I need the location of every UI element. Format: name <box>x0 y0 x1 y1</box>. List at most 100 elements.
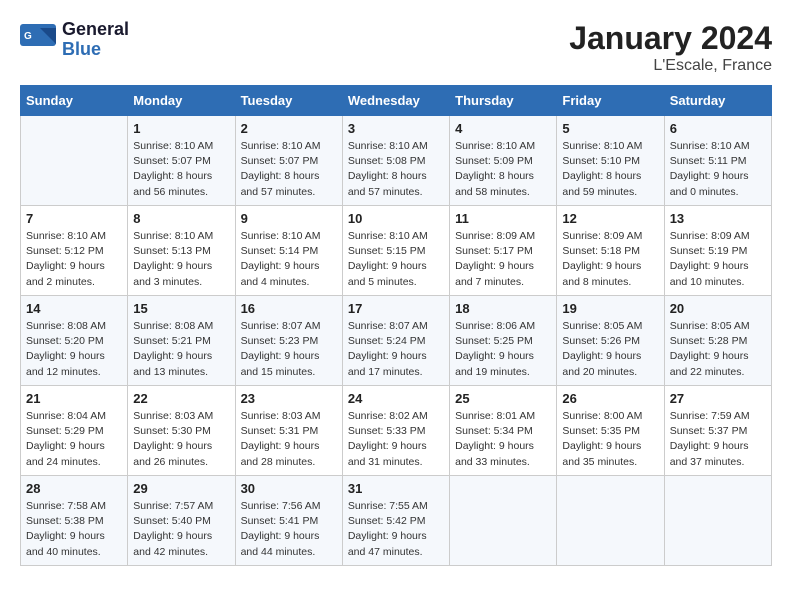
col-header-wednesday: Wednesday <box>342 86 449 116</box>
day-number: 16 <box>241 301 337 316</box>
day-number: 3 <box>348 121 444 136</box>
day-number: 20 <box>670 301 766 316</box>
day-number: 22 <box>133 391 229 406</box>
calendar-cell: 4 Sunrise: 8:10 AMSunset: 5:09 PMDaylight… <box>450 116 557 206</box>
day-number: 25 <box>455 391 551 406</box>
logo-icon: G <box>20 24 58 56</box>
day-info: Sunrise: 7:57 AMSunset: 5:40 PMDaylight:… <box>133 499 229 560</box>
calendar-week-1: 1 Sunrise: 8:10 AMSunset: 5:07 PMDaylight… <box>21 116 772 206</box>
page-subtitle: L'Escale, France <box>569 57 772 75</box>
day-number: 26 <box>562 391 658 406</box>
calendar-header-row: SundayMondayTuesdayWednesdayThursdayFrid… <box>21 86 772 116</box>
day-number: 29 <box>133 481 229 496</box>
day-info: Sunrise: 8:04 AMSunset: 5:29 PMDaylight:… <box>26 409 122 470</box>
day-info: Sunrise: 8:09 AMSunset: 5:18 PMDaylight:… <box>562 229 658 290</box>
calendar-cell <box>557 476 664 566</box>
day-info: Sunrise: 8:08 AMSunset: 5:21 PMDaylight:… <box>133 319 229 380</box>
day-number: 15 <box>133 301 229 316</box>
calendar-cell: 6 Sunrise: 8:10 AMSunset: 5:11 PMDaylight… <box>664 116 771 206</box>
col-header-saturday: Saturday <box>664 86 771 116</box>
day-info: Sunrise: 8:00 AMSunset: 5:35 PMDaylight:… <box>562 409 658 470</box>
logo: G General Blue <box>20 20 129 60</box>
day-info: Sunrise: 8:09 AMSunset: 5:19 PMDaylight:… <box>670 229 766 290</box>
day-number: 5 <box>562 121 658 136</box>
day-info: Sunrise: 8:02 AMSunset: 5:33 PMDaylight:… <box>348 409 444 470</box>
day-info: Sunrise: 8:07 AMSunset: 5:23 PMDaylight:… <box>241 319 337 380</box>
day-number: 7 <box>26 211 122 226</box>
day-info: Sunrise: 8:03 AMSunset: 5:31 PMDaylight:… <box>241 409 337 470</box>
calendar-cell: 18 Sunrise: 8:06 AMSunset: 5:25 PMDayligh… <box>450 296 557 386</box>
col-header-sunday: Sunday <box>21 86 128 116</box>
day-number: 19 <box>562 301 658 316</box>
day-number: 2 <box>241 121 337 136</box>
calendar-cell: 17Sunrise: 8:07 AMSunset: 5:24 PMDayligh… <box>342 296 449 386</box>
day-info: Sunrise: 7:58 AMSunset: 5:38 PMDaylight:… <box>26 499 122 560</box>
calendar-cell: 28 Sunrise: 7:58 AMSunset: 5:38 PMDayligh… <box>21 476 128 566</box>
calendar-cell: 15 Sunrise: 8:08 AMSunset: 5:21 PMDayligh… <box>128 296 235 386</box>
day-number: 28 <box>26 481 122 496</box>
day-number: 14 <box>26 301 122 316</box>
title-block: January 2024 L'Escale, France <box>569 20 772 75</box>
day-number: 6 <box>670 121 766 136</box>
calendar-cell: 7 Sunrise: 8:10 AMSunset: 5:12 PMDaylight… <box>21 206 128 296</box>
day-info: Sunrise: 8:01 AMSunset: 5:34 PMDaylight:… <box>455 409 551 470</box>
col-header-monday: Monday <box>128 86 235 116</box>
day-number: 31 <box>348 481 444 496</box>
calendar-week-4: 21Sunrise: 8:04 AMSunset: 5:29 PMDayligh… <box>21 386 772 476</box>
day-info: Sunrise: 8:10 AMSunset: 5:08 PMDaylight:… <box>348 139 444 200</box>
day-info: Sunrise: 8:07 AMSunset: 5:24 PMDaylight:… <box>348 319 444 380</box>
day-info: Sunrise: 8:05 AMSunset: 5:26 PMDaylight:… <box>562 319 658 380</box>
calendar-cell: 9Sunrise: 8:10 AMSunset: 5:14 PMDaylight… <box>235 206 342 296</box>
day-info: Sunrise: 8:05 AMSunset: 5:28 PMDaylight:… <box>670 319 766 380</box>
day-number: 18 <box>455 301 551 316</box>
day-number: 12 <box>562 211 658 226</box>
day-number: 13 <box>670 211 766 226</box>
svg-text:G: G <box>24 31 32 42</box>
day-number: 4 <box>455 121 551 136</box>
day-number: 10 <box>348 211 444 226</box>
calendar-cell: 11Sunrise: 8:09 AMSunset: 5:17 PMDayligh… <box>450 206 557 296</box>
calendar-cell: 19 Sunrise: 8:05 AMSunset: 5:26 PMDayligh… <box>557 296 664 386</box>
calendar-cell: 29 Sunrise: 7:57 AMSunset: 5:40 PMDayligh… <box>128 476 235 566</box>
calendar-cell: 30Sunrise: 7:56 AMSunset: 5:41 PMDayligh… <box>235 476 342 566</box>
calendar-cell: 8Sunrise: 8:10 AMSunset: 5:13 PMDaylight… <box>128 206 235 296</box>
col-header-thursday: Thursday <box>450 86 557 116</box>
calendar-cell: 23 Sunrise: 8:03 AMSunset: 5:31 PMDayligh… <box>235 386 342 476</box>
day-info: Sunrise: 8:10 AMSunset: 5:09 PMDaylight:… <box>455 139 551 200</box>
calendar-table: SundayMondayTuesdayWednesdayThursdayFrid… <box>20 85 772 566</box>
calendar-week-5: 28 Sunrise: 7:58 AMSunset: 5:38 PMDayligh… <box>21 476 772 566</box>
calendar-cell: 25 Sunrise: 8:01 AMSunset: 5:34 PMDayligh… <box>450 386 557 476</box>
calendar-cell <box>21 116 128 206</box>
day-info: Sunrise: 8:10 AMSunset: 5:12 PMDaylight:… <box>26 229 122 290</box>
calendar-cell <box>664 476 771 566</box>
day-info: Sunrise: 8:08 AMSunset: 5:20 PMDaylight:… <box>26 319 122 380</box>
day-info: Sunrise: 8:10 AMSunset: 5:07 PMDaylight:… <box>133 139 229 200</box>
calendar-cell: 31 Sunrise: 7:55 AMSunset: 5:42 PMDayligh… <box>342 476 449 566</box>
calendar-week-2: 7 Sunrise: 8:10 AMSunset: 5:12 PMDaylight… <box>21 206 772 296</box>
day-number: 23 <box>241 391 337 406</box>
calendar-cell: 14 Sunrise: 8:08 AMSunset: 5:20 PMDayligh… <box>21 296 128 386</box>
day-number: 11 <box>455 211 551 226</box>
day-number: 8 <box>133 211 229 226</box>
day-info: Sunrise: 8:10 AMSunset: 5:15 PMDaylight:… <box>348 229 444 290</box>
page-header: G General Blue January 2024 L'Escale, Fr… <box>20 20 772 75</box>
calendar-cell: 21Sunrise: 8:04 AMSunset: 5:29 PMDayligh… <box>21 386 128 476</box>
calendar-cell: 2 Sunrise: 8:10 AMSunset: 5:07 PMDaylight… <box>235 116 342 206</box>
calendar-week-3: 14 Sunrise: 8:08 AMSunset: 5:20 PMDayligh… <box>21 296 772 386</box>
page-title: January 2024 <box>569 20 772 57</box>
day-info: Sunrise: 8:06 AMSunset: 5:25 PMDaylight:… <box>455 319 551 380</box>
calendar-cell: 10 Sunrise: 8:10 AMSunset: 5:15 PMDayligh… <box>342 206 449 296</box>
day-number: 1 <box>133 121 229 136</box>
day-info: Sunrise: 8:10 AMSunset: 5:11 PMDaylight:… <box>670 139 766 200</box>
day-info: Sunrise: 7:55 AMSunset: 5:42 PMDaylight:… <box>348 499 444 560</box>
calendar-cell: 3 Sunrise: 8:10 AMSunset: 5:08 PMDaylight… <box>342 116 449 206</box>
day-info: Sunrise: 8:10 AMSunset: 5:14 PMDaylight:… <box>241 229 337 290</box>
col-header-friday: Friday <box>557 86 664 116</box>
day-info: Sunrise: 8:10 AMSunset: 5:10 PMDaylight:… <box>562 139 658 200</box>
calendar-cell: 5 Sunrise: 8:10 AMSunset: 5:10 PMDaylight… <box>557 116 664 206</box>
day-info: Sunrise: 8:10 AMSunset: 5:07 PMDaylight:… <box>241 139 337 200</box>
calendar-cell <box>450 476 557 566</box>
calendar-cell: 16 Sunrise: 8:07 AMSunset: 5:23 PMDayligh… <box>235 296 342 386</box>
calendar-cell: 22Sunrise: 8:03 AMSunset: 5:30 PMDayligh… <box>128 386 235 476</box>
calendar-cell: 12 Sunrise: 8:09 AMSunset: 5:18 PMDayligh… <box>557 206 664 296</box>
